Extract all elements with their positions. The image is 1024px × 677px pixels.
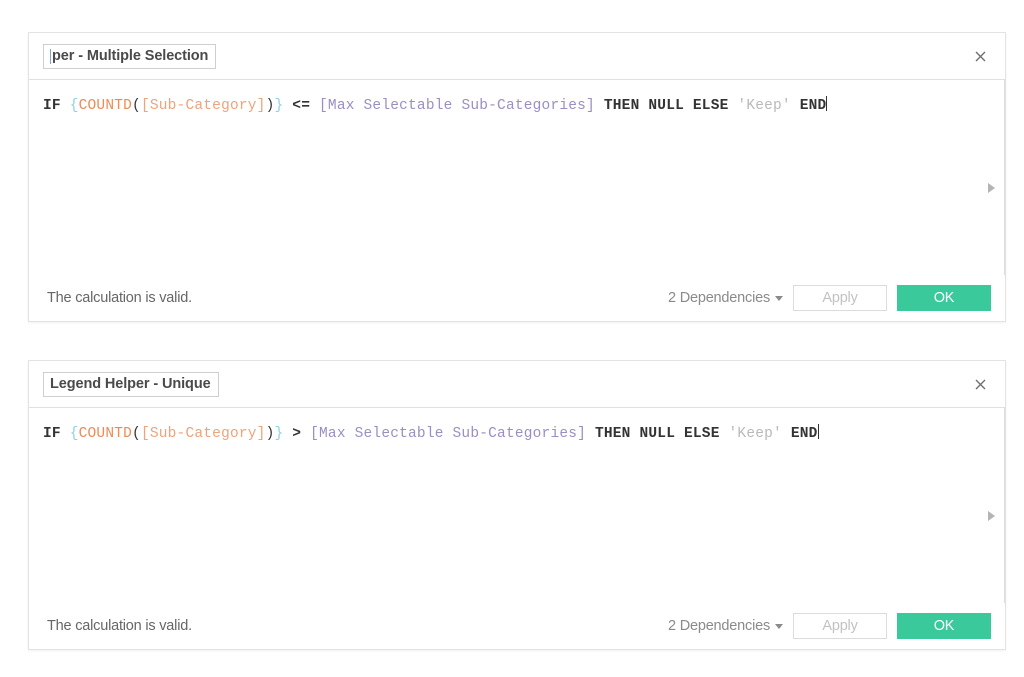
dialog-footer-2: The calculation is valid. 2 Dependencies… xyxy=(29,603,1005,649)
formula-editor-2[interactable]: IF {COUNTD([Sub-Category])} > [Max Selec… xyxy=(29,408,1005,603)
triangle-right-icon[interactable] xyxy=(988,183,995,193)
formula-token xyxy=(684,98,693,114)
formula-token xyxy=(586,426,595,442)
dependencies-label-1: 2 Dependencies xyxy=(668,290,770,306)
formula-token: ( xyxy=(132,98,141,114)
ok-button-1[interactable]: OK xyxy=(897,285,991,311)
formula-text-area-1[interactable]: IF {COUNTD([Sub-Category])} <= [Max Sele… xyxy=(29,80,975,275)
formula-line-2: IF {COUNTD([Sub-Category])} > [Max Selec… xyxy=(43,424,959,444)
calculation-name-value-1: per - Multiple Selection xyxy=(52,47,209,64)
formula-token: END xyxy=(799,98,827,114)
formula-token xyxy=(310,98,319,114)
formula-token: COUNTD xyxy=(78,98,133,114)
formula-editor-1[interactable]: IF {COUNTD([Sub-Category])} <= [Max Sele… xyxy=(29,80,1005,275)
calculation-editor-dialog-1: per - Multiple Selection IF {COUNTD([Sub… xyxy=(28,32,1006,322)
formula-token: END xyxy=(790,426,818,442)
formula-token: 'Keep' xyxy=(728,426,782,442)
triangle-right-icon[interactable] xyxy=(988,511,995,521)
formula-token: COUNTD xyxy=(78,426,133,442)
formula-token xyxy=(791,98,800,114)
close-icon[interactable] xyxy=(969,45,991,67)
formula-text-area-2[interactable]: IF {COUNTD([Sub-Category])} > [Max Selec… xyxy=(29,408,975,603)
formula-token: NULL xyxy=(639,426,676,442)
editor-right-rail-1 xyxy=(975,80,1005,275)
dependencies-dropdown-2[interactable]: 2 Dependencies xyxy=(668,618,783,634)
dialog-header-1: per - Multiple Selection xyxy=(29,33,1005,80)
apply-button-1[interactable]: Apply xyxy=(793,285,887,311)
formula-token xyxy=(675,426,684,442)
formula-token xyxy=(782,426,791,442)
panel-divider xyxy=(1004,408,1005,603)
formula-token xyxy=(61,426,70,442)
formula-token xyxy=(283,426,292,442)
formula-token: [Sub-Category] xyxy=(140,426,266,442)
editor-right-rail-2 xyxy=(975,408,1005,603)
formula-token xyxy=(283,98,292,114)
formula-line-1: IF {COUNTD([Sub-Category])} <= [Max Sele… xyxy=(43,96,959,116)
formula-token: [Sub-Category] xyxy=(140,98,266,114)
dialog-footer-1: The calculation is valid. 2 Dependencies… xyxy=(29,275,1005,321)
text-cursor xyxy=(826,96,828,111)
validation-status-1: The calculation is valid. xyxy=(47,290,192,306)
panel-divider xyxy=(1004,80,1005,275)
calculation-editor-dialog-2: Legend Helper - Unique IF {COUNTD([Sub-C… xyxy=(28,360,1006,650)
formula-token xyxy=(301,426,310,442)
formula-token xyxy=(720,426,729,442)
page-root: per - Multiple Selection IF {COUNTD([Sub… xyxy=(0,0,1024,677)
formula-token: [Max Selectable Sub-Categories] xyxy=(319,98,595,114)
formula-token: NULL xyxy=(648,98,684,114)
validation-status-2: The calculation is valid. xyxy=(47,618,192,634)
formula-token: ( xyxy=(132,426,141,442)
dialog-header-2: Legend Helper - Unique xyxy=(29,361,1005,408)
formula-token: { xyxy=(69,98,79,114)
formula-token: 'Keep' xyxy=(737,98,791,114)
formula-token xyxy=(595,98,604,114)
text-cursor xyxy=(817,424,819,439)
text-cursor xyxy=(50,48,51,64)
formula-token xyxy=(61,98,70,114)
formula-token: ELSE xyxy=(684,426,720,442)
calculation-name-input-2[interactable]: Legend Helper - Unique xyxy=(43,371,219,397)
formula-token: [Max Selectable Sub-Categories] xyxy=(310,426,587,442)
dependencies-dropdown-1[interactable]: 2 Dependencies xyxy=(668,290,783,306)
close-icon[interactable] xyxy=(969,373,991,395)
formula-token: THEN xyxy=(594,426,631,442)
chevron-down-icon xyxy=(775,623,783,629)
formula-token: IF xyxy=(43,98,61,114)
formula-token: ELSE xyxy=(692,98,729,114)
formula-token: { xyxy=(69,426,79,442)
chevron-down-icon xyxy=(775,295,783,301)
calculation-name-input-1[interactable]: per - Multiple Selection xyxy=(43,43,217,69)
formula-token: IF xyxy=(43,426,61,442)
ok-button-2[interactable]: OK xyxy=(897,613,991,639)
formula-token: THEN xyxy=(603,98,640,114)
footer-actions-1: 2 Dependencies Apply OK xyxy=(668,285,991,311)
apply-button-2[interactable]: Apply xyxy=(793,613,887,639)
dependencies-label-2: 2 Dependencies xyxy=(668,618,770,634)
calculation-name-value-2: Legend Helper - Unique xyxy=(50,375,211,392)
formula-token: <= xyxy=(292,98,311,114)
formula-token: > xyxy=(292,426,302,442)
footer-actions-2: 2 Dependencies Apply OK xyxy=(668,613,991,639)
